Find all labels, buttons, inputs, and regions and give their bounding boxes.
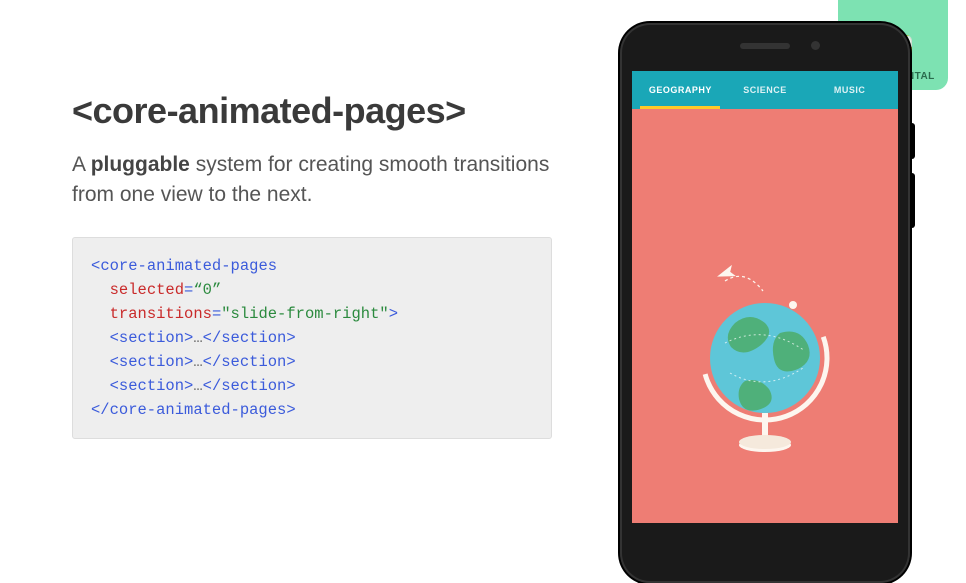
slide-content: <core-animated-pages> A pluggable system… <box>72 90 552 439</box>
code-example: <core-animated-pages selected=“0” transi… <box>72 237 552 439</box>
tab-geography[interactable]: GEOGRAPHY <box>638 85 723 95</box>
page-subtitle: A pluggable system for creating smooth t… <box>72 150 552 211</box>
phone-screen: GEOGRAPHY SCIENCE MUSIC <box>632 71 898 523</box>
tab-music[interactable]: MUSIC <box>807 85 892 95</box>
globe-illustration <box>685 263 845 463</box>
tab-indicator <box>640 106 720 109</box>
page-title: <core-animated-pages> <box>72 90 552 132</box>
tab-bar: GEOGRAPHY SCIENCE MUSIC <box>632 71 898 109</box>
phone-mockup: GEOGRAPHY SCIENCE MUSIC <box>620 23 910 583</box>
tab-science[interactable]: SCIENCE <box>723 85 808 95</box>
